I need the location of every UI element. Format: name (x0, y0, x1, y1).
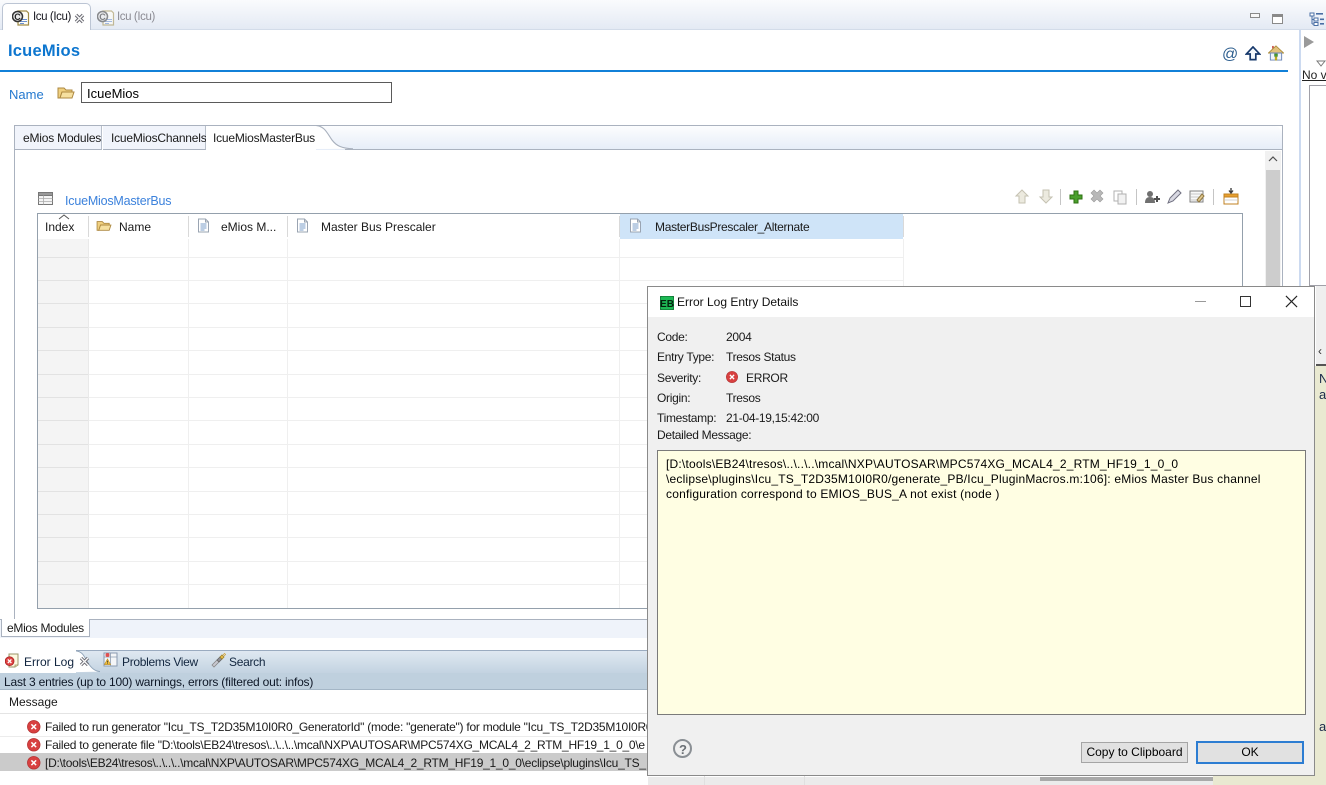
svg-text:C: C (14, 12, 21, 22)
svg-text:C: C (99, 12, 106, 22)
svg-text:EB: EB (660, 299, 674, 310)
